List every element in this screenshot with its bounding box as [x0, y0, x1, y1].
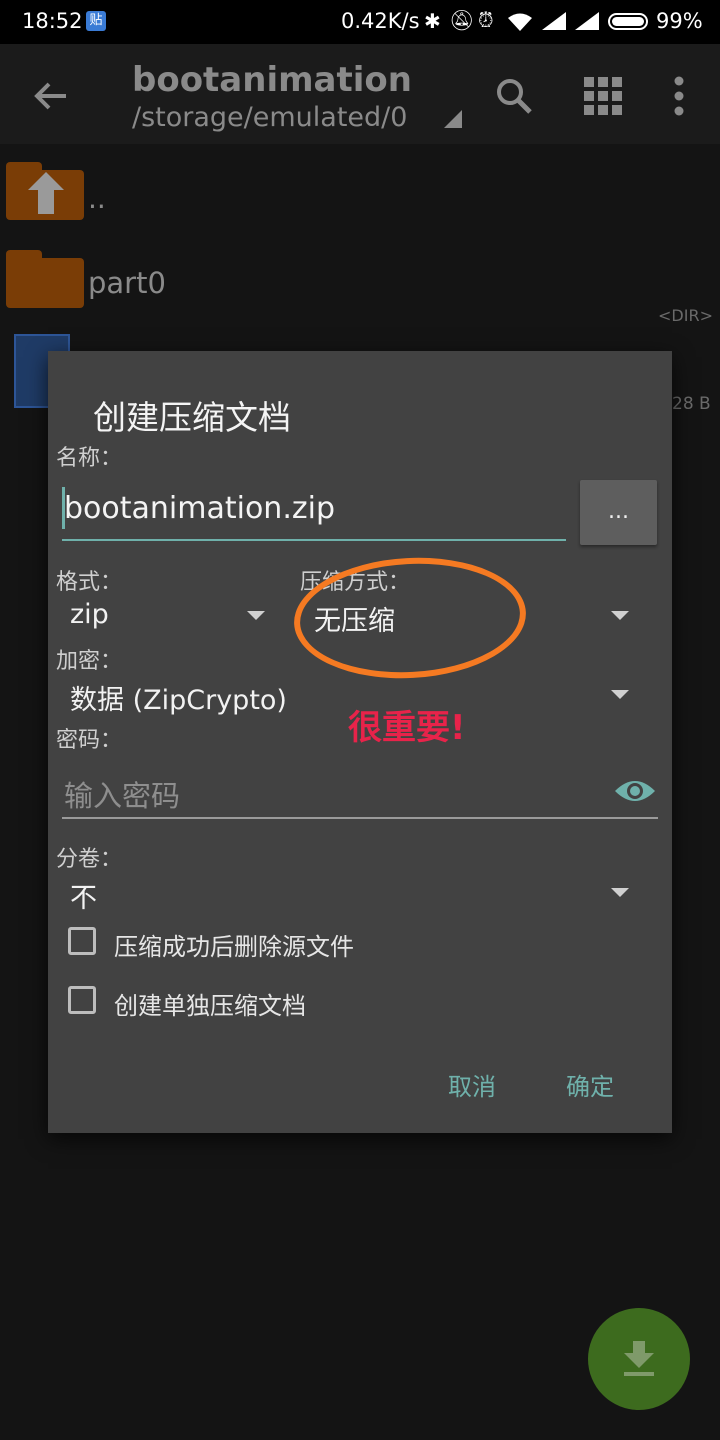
chevron-down-icon	[611, 888, 629, 897]
status-time: 18:52	[22, 9, 83, 33]
password-input[interactable]: 输入密码	[62, 763, 658, 819]
split-value: 不	[70, 883, 97, 914]
download-icon	[624, 1341, 654, 1376]
bluetooth-icon: ✱	[424, 9, 441, 33]
back-arrow-icon[interactable]	[34, 81, 68, 111]
list-item-name: ..	[88, 182, 106, 215]
alarm-icon: ⏰︎	[478, 8, 494, 32]
list-item-meta: <DIR>	[658, 306, 713, 325]
chevron-down-icon	[611, 690, 629, 699]
current-path[interactable]: /storage/emulated/0	[132, 102, 407, 133]
delete-source-checkbox[interactable]	[68, 927, 96, 955]
dialog-title: 创建压缩文档	[93, 398, 291, 437]
signal-2-icon	[575, 12, 599, 30]
separate-archive-checkbox-row[interactable]: 创建单独压缩文档	[66, 982, 566, 1022]
encryption-value: 数据 (ZipCrypto)	[70, 685, 287, 716]
notification-badge-icon: 贴	[86, 11, 106, 31]
format-value: zip	[70, 599, 109, 630]
signal-icon	[542, 12, 566, 30]
wifi-icon	[508, 13, 532, 31]
chevron-down-icon	[611, 611, 629, 620]
name-label: 名称：	[56, 446, 123, 471]
app-bar: bootanimation /storage/emulated/0	[0, 44, 720, 144]
search-icon[interactable]	[494, 76, 534, 116]
password-placeholder: 输入密码	[64, 779, 181, 813]
delete-source-checkbox-row[interactable]: 压缩成功后删除源文件	[66, 923, 566, 963]
ok-button[interactable]: 确定	[566, 1067, 614, 1102]
format-dropdown[interactable]: zip	[56, 591, 276, 641]
more-options-icon[interactable]	[672, 76, 686, 116]
separate-archive-label: 创建单独压缩文档	[114, 992, 306, 1020]
cancel-button[interactable]: 取消	[448, 1067, 496, 1102]
list-item-name: part0	[88, 266, 166, 300]
grid-view-icon[interactable]	[584, 77, 622, 115]
download-fab[interactable]	[588, 1308, 690, 1410]
network-speed: 0.42K/s	[341, 9, 420, 33]
eye-icon[interactable]	[614, 777, 656, 805]
chevron-down-icon	[247, 611, 265, 620]
path-dropdown-icon[interactable]	[444, 110, 462, 128]
list-item[interactable]: part0 <DIR>	[0, 240, 720, 326]
page-title: bootanimation	[132, 60, 412, 100]
annotation-text: 很重要!	[348, 708, 466, 748]
parent-folder-icon	[6, 162, 84, 220]
name-input[interactable]: bootanimation.zip	[62, 485, 566, 541]
browse-button[interactable]: ...	[580, 480, 657, 545]
battery-percent: 99%	[656, 9, 703, 33]
folder-icon	[6, 250, 84, 308]
delete-source-label: 压缩成功后删除源文件	[114, 933, 354, 961]
list-item[interactable]: ..	[0, 154, 720, 234]
password-label: 密码：	[56, 728, 123, 753]
status-bar: 18:52 贴 0.42K/s ✱ 🔕︎ ⏰︎ 99%	[0, 0, 720, 44]
battery-icon	[608, 13, 648, 30]
list-item-meta: 28 B	[672, 394, 711, 414]
mute-icon: 🔕︎	[449, 8, 475, 32]
separate-archive-checkbox[interactable]	[68, 986, 96, 1014]
split-dropdown[interactable]: 不	[56, 868, 640, 918]
name-input-value: bootanimation.zip	[64, 491, 335, 526]
